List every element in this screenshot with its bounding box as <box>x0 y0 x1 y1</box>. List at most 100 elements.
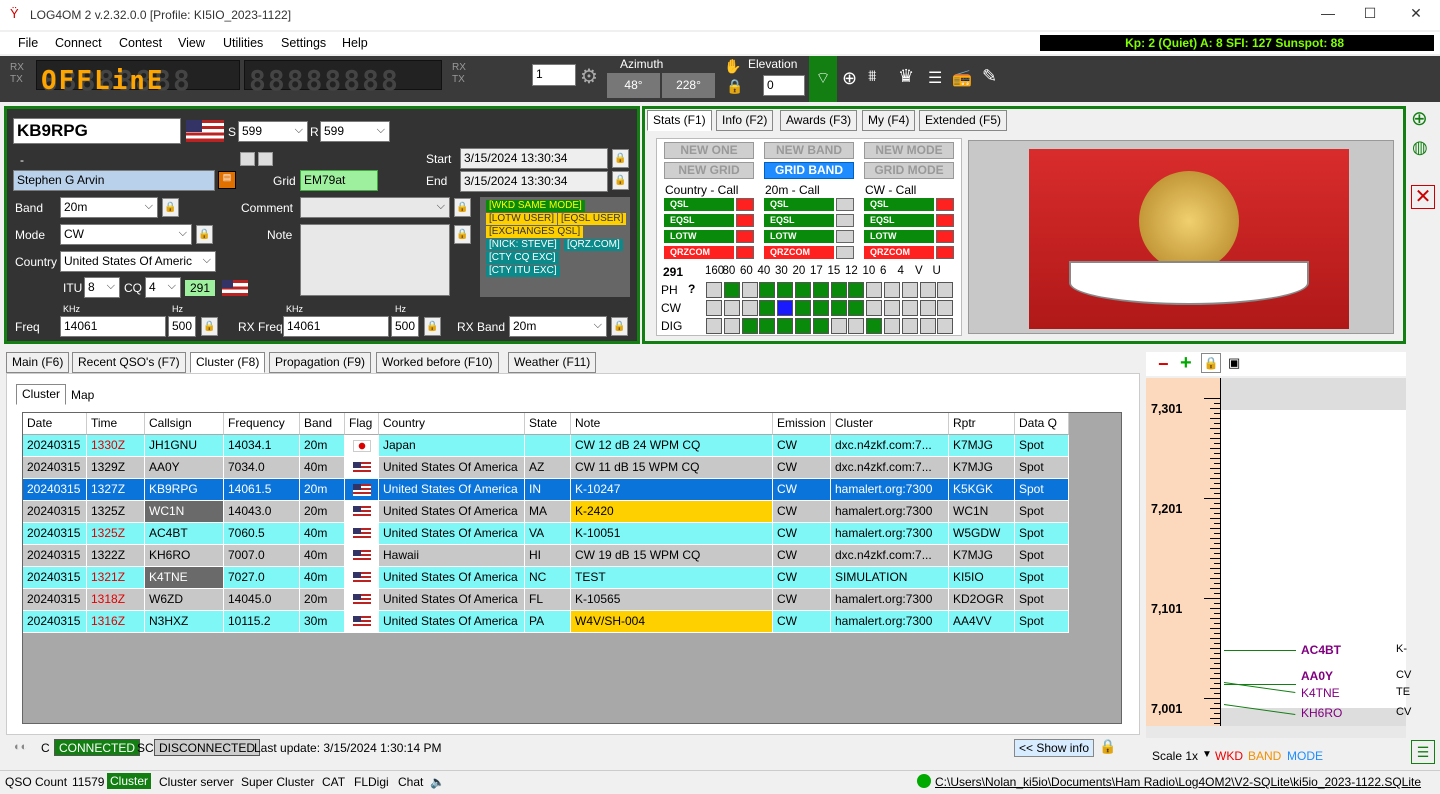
band-lock-icon[interactable]: 🔒 <box>162 198 179 217</box>
menu-connect[interactable]: Connect <box>55 36 102 50</box>
freq-lock-icon[interactable]: 🔒 <box>201 317 218 336</box>
rst-rcvd-select[interactable]: 599 <box>320 121 390 142</box>
spot-callsign[interactable]: AA0Y <box>1301 669 1333 683</box>
menu-settings[interactable]: Settings <box>281 36 326 50</box>
grid-cell[interactable] <box>919 318 936 334</box>
menu-view[interactable]: View <box>178 36 205 50</box>
grid-cell[interactable] <box>812 300 829 316</box>
grid-cell[interactable] <box>901 282 918 298</box>
start-lock-icon[interactable]: 🔒 <box>612 149 629 168</box>
globe-icon[interactable]: ⊕ <box>842 68 857 89</box>
tab-propagation[interactable]: Propagation (F9) <box>269 352 372 373</box>
column-header-emission[interactable]: Emission <box>773 413 831 435</box>
table-row[interactable]: 20240315 1316Z N3HXZ 10115.2 30m United State… <box>23 611 1069 633</box>
grid-cell[interactable] <box>919 282 936 298</box>
mode-select[interactable]: CW <box>60 224 192 245</box>
grid-cell[interactable] <box>812 282 829 298</box>
comment-input[interactable] <box>300 197 450 218</box>
new-band-button[interactable]: NEW BAND <box>764 142 854 159</box>
database-path[interactable]: C:\Users\Nolan_ki5io\Documents\Ham Radio… <box>935 775 1421 789</box>
grid-cell[interactable] <box>795 318 811 334</box>
note-textarea[interactable] <box>300 224 450 296</box>
grid-cell[interactable] <box>866 318 883 334</box>
clear-icon[interactable]: ✕ <box>1411 185 1435 209</box>
lock-icon[interactable]: 🔒 <box>726 78 743 95</box>
grid-cell[interactable] <box>723 318 740 334</box>
end-time-input[interactable]: 3/15/2024 13:30:34 <box>460 171 608 192</box>
tab-recent-qsos[interactable]: Recent QSO's (F7) <box>72 352 186 373</box>
grid-mode-button[interactable]: GRID MODE <box>864 162 954 179</box>
grid-cell[interactable] <box>937 282 954 298</box>
start-time-input[interactable]: 3/15/2024 13:30:34 <box>460 148 608 169</box>
help-icon[interactable]: ? <box>688 282 695 296</box>
tab-extended[interactable]: Extended (F5) <box>919 110 1008 131</box>
grid-cell[interactable] <box>759 318 776 334</box>
rxfreq-hz-input[interactable]: 500 <box>391 316 419 337</box>
grid-cell[interactable] <box>884 282 900 298</box>
name-input[interactable]: Stephen G Arvin <box>13 170 215 191</box>
rxband-lock-icon[interactable]: 🔒 <box>611 317 628 336</box>
speaker-icon[interactable]: 🔈 <box>430 775 445 789</box>
spot-callsign[interactable]: AC4BT <box>1301 643 1341 657</box>
bandmap-scrollbar[interactable] <box>1146 726 1406 738</box>
status-super-cluster[interactable]: Super Cluster <box>241 775 314 789</box>
grid-cell[interactable] <box>848 300 865 316</box>
grid-cell[interactable] <box>901 318 918 334</box>
grid-cell[interactable] <box>866 300 883 316</box>
grid-cell[interactable] <box>706 282 722 298</box>
tab-worked-before[interactable]: Worked before (F10) <box>376 352 499 373</box>
filter-wkd[interactable]: WKD <box>1215 749 1243 763</box>
status-cluster-server[interactable]: Cluster server <box>159 775 234 789</box>
grid-cell[interactable] <box>706 318 722 334</box>
spot-callsign[interactable]: K4TNE <box>1301 686 1340 700</box>
bandmap-lock-icon[interactable]: 🔒 <box>1201 353 1221 373</box>
tab-stats[interactable]: Stats (F1) <box>647 110 712 131</box>
stop-icon[interactable]: ✋ <box>724 58 741 75</box>
rxfreq-lock-icon[interactable]: 🔒 <box>424 317 441 336</box>
column-header-state[interactable]: State <box>525 413 571 435</box>
close-icon[interactable]: ✕ <box>1406 5 1426 22</box>
grid-cell[interactable] <box>741 318 758 334</box>
menu-help[interactable]: Help <box>342 36 368 50</box>
tab-my[interactable]: My (F4) <box>862 110 916 131</box>
spot-callsign[interactable]: KH6RO <box>1301 706 1342 720</box>
rxband-select[interactable]: 20m <box>509 316 607 337</box>
band-select[interactable]: 20m <box>60 197 158 218</box>
subtab-cluster[interactable]: Cluster <box>16 384 67 405</box>
column-header-time[interactable]: Time <box>87 413 145 435</box>
grid-cell[interactable] <box>723 282 740 298</box>
grid-cell[interactable] <box>884 318 900 334</box>
mode-lock-icon[interactable]: 🔒 <box>196 225 213 244</box>
qrz-lookup-icon[interactable]: ▤ <box>218 171 236 189</box>
grid-cell[interactable] <box>759 282 776 298</box>
column-header-date[interactable]: Date <box>23 413 87 435</box>
table-row[interactable]: 20240315 1325Z AC4BT 7060.5 40m United States… <box>23 523 1069 545</box>
menu-contest[interactable]: Contest <box>119 36 162 50</box>
rotor-icon[interactable]: ⌔ <box>809 56 837 102</box>
show-info-lock-icon[interactable]: 🔒 <box>1099 738 1116 755</box>
column-header-callsign[interactable]: Callsign <box>145 413 224 435</box>
connected-badge[interactable]: CONNECTED <box>54 739 141 756</box>
option-box-2[interactable] <box>258 152 273 166</box>
disconnected-badge[interactable]: DISCONNECTED <box>154 739 261 756</box>
grid-cell[interactable] <box>777 300 794 316</box>
rxfreq-input[interactable]: 14061 <box>283 316 389 337</box>
itu-select[interactable]: 8 <box>84 277 120 298</box>
table-row[interactable]: 20240315 1327Z KB9RPG 14061.5 20m United Stat… <box>23 479 1069 501</box>
note-lock-icon[interactable]: 🔒 <box>454 225 471 244</box>
table-row[interactable]: 20240315 1321Z K4TNE 7027.0 40m United States… <box>23 567 1069 589</box>
snapshot-icon[interactable]: ▣ <box>1228 355 1240 371</box>
grid-cell[interactable] <box>741 300 758 316</box>
table-row[interactable]: 20240315 1330Z JH1GNU 14034.1 20m Japan CW 12 … <box>23 435 1069 457</box>
zoom-in-icon[interactable]: + <box>1180 352 1192 375</box>
award-icon[interactable]: ♛ <box>898 66 914 87</box>
scale-dropdown-icon[interactable]: ▼ <box>1202 749 1212 760</box>
column-header-band[interactable]: Band <box>300 413 345 435</box>
table-row[interactable]: 20240315 1329Z AA0Y 7034.0 40m United States … <box>23 457 1069 479</box>
tab-main[interactable]: Main (F6) <box>6 352 70 373</box>
end-lock-icon[interactable]: 🔒 <box>612 171 629 190</box>
grid-cell[interactable] <box>706 300 722 316</box>
table-row[interactable]: 20240315 1325Z WC1N 14043.0 20m United States… <box>23 501 1069 523</box>
grid-cell[interactable] <box>919 300 936 316</box>
callsign-input[interactable]: KB9RPG <box>13 118 181 144</box>
